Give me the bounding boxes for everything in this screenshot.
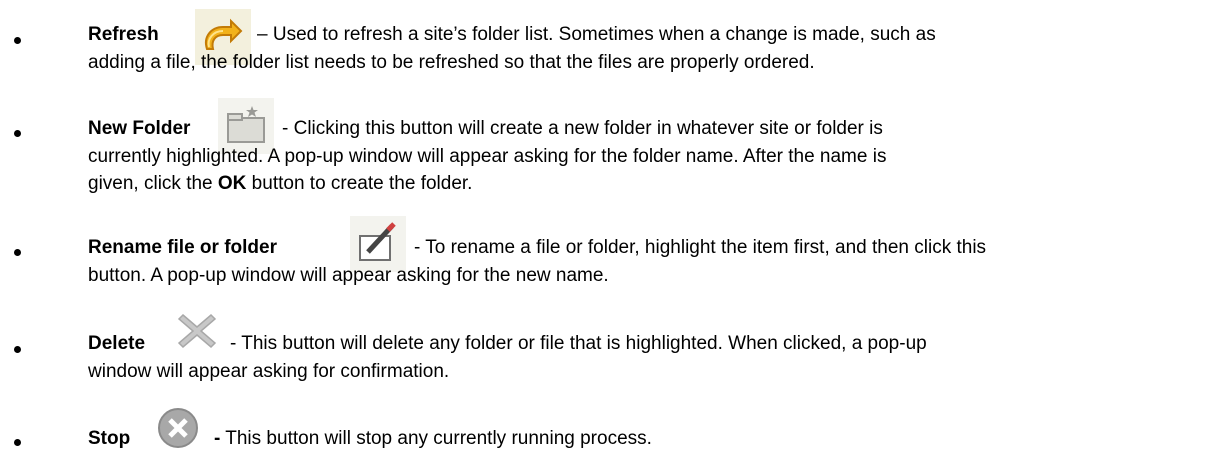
button-description-list: Refresh – Used to refresh a site’s folde… — [0, 0, 1220, 475]
term-stop: Stop — [88, 428, 131, 449]
stop-icon — [150, 400, 206, 456]
term-delete: Delete — [88, 333, 146, 354]
bullet — [14, 346, 21, 353]
refresh-desc-line-2: adding a file, the folder list needs to … — [88, 52, 815, 73]
new-folder-desc-line-3: given, click the OK button to create the… — [88, 173, 473, 194]
delete-icon — [169, 303, 225, 359]
stop-desc-line-1: - This button will stop any currently ru… — [214, 428, 652, 449]
term-refresh: Refresh — [88, 24, 159, 45]
rename-desc-line-1: - To rename a file or folder, highlight … — [414, 237, 987, 258]
delete-desc-line-1: - This button will delete any folder or … — [230, 333, 927, 354]
bullet — [14, 130, 21, 137]
delete-desc-line-2: window will appear asking for confirmati… — [88, 361, 450, 382]
rename-desc-line-2: button. A pop-up window will appear aski… — [88, 265, 609, 286]
rename-icon — [350, 216, 406, 272]
ok-text: OK — [217, 173, 247, 194]
new-folder-desc-line-1: - Clicking this button will create a new… — [282, 118, 883, 139]
bullet — [14, 439, 21, 446]
term-rename: Rename file or folder — [88, 237, 277, 258]
bullet — [14, 37, 21, 44]
new-folder-desc-line-2: currently highlighted. A pop-up window w… — [88, 146, 887, 167]
bullet — [14, 249, 21, 256]
term-new-folder: New Folder — [88, 118, 191, 139]
refresh-desc-line-1: – Used to refresh a site’s folder list. … — [257, 24, 936, 45]
